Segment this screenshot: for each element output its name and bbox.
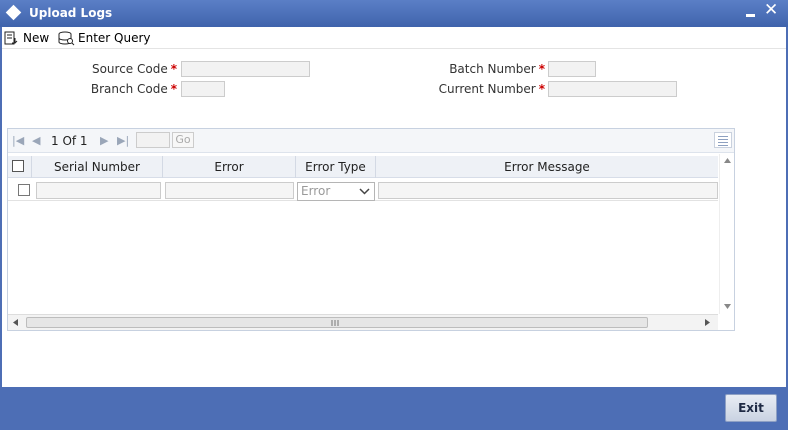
current-number-field[interactable] [548,81,677,97]
previous-page-icon[interactable]: ◀ [32,134,40,147]
new-label: New [23,31,50,45]
enter-query-icon [58,31,75,45]
grid-header: Serial Number Error Error Type Error Mes… [8,156,718,178]
vertical-scrollbar[interactable] [719,154,734,314]
error-message-input[interactable] [378,182,718,199]
batch-number-field[interactable] [548,61,596,77]
branch-code-label: Branch Code * [90,82,177,96]
upload-logs-window: Upload Logs ✕ New Enter Query Source Cod… [0,0,788,430]
source-code-field[interactable] [181,61,310,77]
content-area: New Enter Query Source Code * Branch Code… [2,27,786,387]
scroll-right-icon[interactable] [705,319,710,326]
horizontal-scrollbar[interactable] [8,314,718,330]
source-code-label: Source Code * [91,62,177,76]
page-number-input[interactable] [136,132,170,148]
column-header-error[interactable]: Error [163,156,296,178]
first-page-icon[interactable]: |◀ [12,134,24,147]
enter-query-label: Enter Query [78,31,151,45]
toolbar: New Enter Query [2,27,786,49]
branch-code-field[interactable] [181,81,225,97]
chevron-down-icon [359,188,370,195]
exit-button[interactable]: Exit [725,394,777,422]
scroll-up-icon[interactable] [724,158,731,163]
column-header-serial-number[interactable]: Serial Number [32,156,163,178]
table-row: Error [8,179,718,201]
row-checkbox[interactable] [18,184,30,196]
new-icon [4,31,18,44]
window-title: Upload Logs [29,6,113,20]
last-page-icon[interactable]: ▶| [117,134,129,147]
current-number-label: Current Number * [438,82,545,96]
next-page-icon[interactable]: ▶ [100,134,108,147]
column-header-error-message[interactable]: Error Message [376,156,718,178]
horizontal-scroll-thumb[interactable] [26,317,648,328]
footer-bar: Exit [0,387,788,430]
window-diamond-icon [5,4,22,21]
select-all-checkbox[interactable] [12,160,24,172]
error-type-select[interactable]: Error [297,182,375,201]
header-select-cell [8,156,32,178]
new-button[interactable]: New [4,29,49,47]
close-icon[interactable]: ✕ [764,1,778,19]
page-indicator: 1 Of 1 [51,134,88,148]
list-view-icon[interactable] [714,132,732,148]
grip-icon [331,320,339,326]
column-header-error-type[interactable]: Error Type [296,156,376,178]
error-log-grid: |◀ ◀ 1 Of 1 ▶ ▶| Go Serial Number Error … [7,128,735,331]
minimize-icon[interactable] [744,5,758,19]
enter-query-button[interactable]: Enter Query [58,29,151,47]
serial-number-input[interactable] [36,182,161,199]
scroll-down-icon[interactable] [724,304,731,309]
error-input[interactable] [165,182,294,199]
title-bar: Upload Logs ✕ [0,0,788,27]
scroll-left-icon[interactable] [13,319,18,326]
batch-number-label: Batch Number * [449,62,545,76]
grid-pager: |◀ ◀ 1 Of 1 ▶ ▶| Go [8,129,734,153]
go-button[interactable]: Go [172,132,194,148]
error-type-value: Error [301,184,331,198]
